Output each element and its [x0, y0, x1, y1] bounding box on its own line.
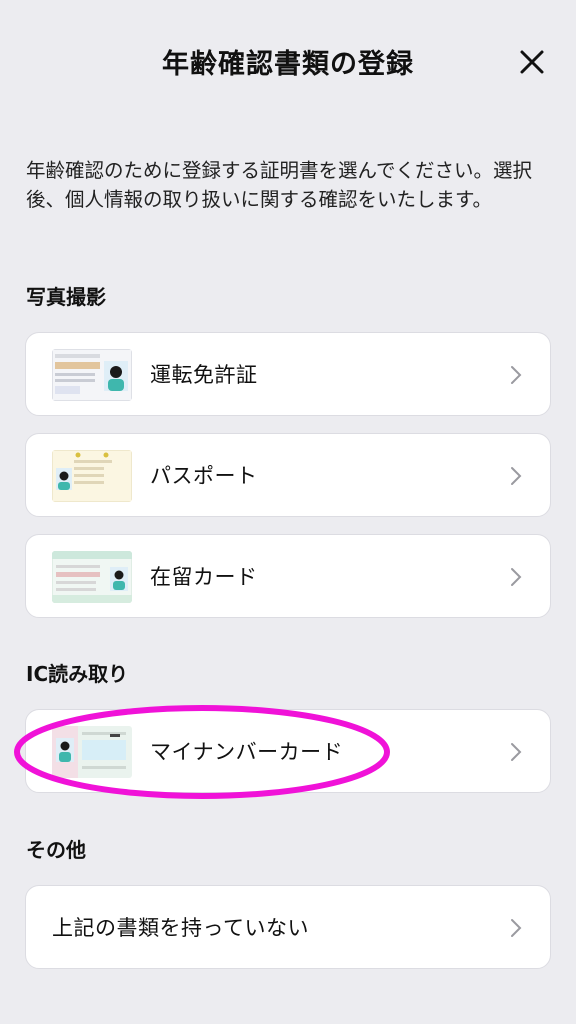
option-label: 運転免許証 [150, 363, 258, 387]
chevron-right-icon [511, 467, 522, 485]
section-label-ic: IC読み取り [26, 662, 129, 686]
chevron-right-icon [511, 568, 522, 586]
drivers-license-icon [52, 349, 132, 401]
page-title: 年齢確認書類の登録 [162, 49, 414, 80]
option-label: 上記の書類を持っていない [52, 916, 309, 940]
passport-icon [52, 450, 132, 502]
chevron-right-icon [511, 366, 522, 384]
option-no-documents[interactable]: 上記の書類を持っていない [25, 885, 551, 969]
option-label: パスポート [150, 464, 258, 488]
option-drivers-license[interactable]: 運転免許証 [25, 332, 551, 416]
option-passport[interactable]: パスポート [25, 433, 551, 517]
residence-card-icon [52, 551, 132, 603]
option-my-number-card[interactable]: マイナンバーカード [25, 709, 551, 793]
my-number-card-icon [52, 726, 132, 778]
option-label: 在留カード [150, 565, 258, 589]
option-residence-card[interactable]: 在留カード [25, 534, 551, 618]
intro-text: 年齢確認のために登録する証明書を選んでください。選択後、個人情報の取り扱いに関す… [26, 159, 533, 211]
section-label-photo: 写真撮影 [26, 285, 106, 309]
chevron-right-icon [511, 743, 522, 761]
option-label: マイナンバーカード [150, 740, 344, 764]
chevron-right-icon [511, 919, 522, 937]
section-label-other: その他 [26, 838, 86, 862]
header: 年齢確認書類の登録 [0, 0, 576, 125]
close-icon[interactable] [514, 44, 550, 80]
